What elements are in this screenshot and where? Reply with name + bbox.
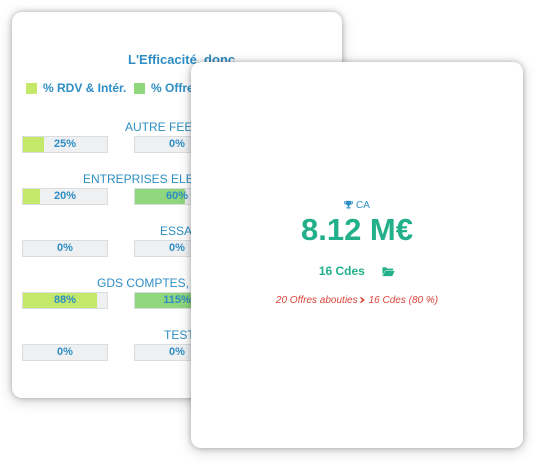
row-label-autre: AUTRE FEE [125, 120, 193, 134]
offers-row: 20 Offres abouties 16 Cdes (80 %) [191, 295, 523, 306]
row-label-entreprises: ENTREPRISES ELE [83, 172, 194, 186]
trophy-icon [344, 200, 353, 209]
ca-label: CA [356, 200, 370, 211]
folder-open-icon[interactable] [382, 266, 395, 277]
bar-rdv-essa: 0% [22, 240, 108, 257]
ca-value: 8.12 M€ [300, 212, 413, 247]
bar-rdv-gds-comptes: 88% [22, 292, 108, 309]
cdes-row: 16 Cdes [191, 264, 523, 278]
offers-result: 16 Cdes (80 %) [368, 295, 439, 306]
cdes-count: 16 Cdes [318, 264, 365, 278]
legend-item-rdv: % RDV & Intér. [26, 80, 126, 96]
bar-value: 25% [53, 138, 77, 150]
offers-text: 20 Offres abouties [275, 295, 358, 306]
chevron-right-icon [360, 296, 365, 304]
legend-label-rdv: % RDV & Intér. [43, 81, 127, 95]
legend-swatch-rdv [26, 82, 37, 94]
ca-label-row: CA [191, 200, 523, 211]
bar-value: 0% [57, 242, 73, 254]
legend-swatch-offres [134, 82, 145, 94]
bar-value: 88% [53, 294, 77, 306]
bar-rdv-test: 0% [22, 344, 108, 361]
revenue-card: CA 8.12 M€ 16 Cdes 20 Offres abouties 16 … [191, 62, 523, 448]
bar-value: 20% [53, 190, 77, 202]
row-label-essa: ESSA [160, 224, 193, 238]
bar-value: 0% [57, 346, 73, 358]
bar-rdv-entreprises: 20% [22, 188, 108, 205]
bar-rdv-autre: 25% [22, 136, 108, 153]
row-label-gds-comptes: GDS COMPTES, [97, 276, 190, 290]
